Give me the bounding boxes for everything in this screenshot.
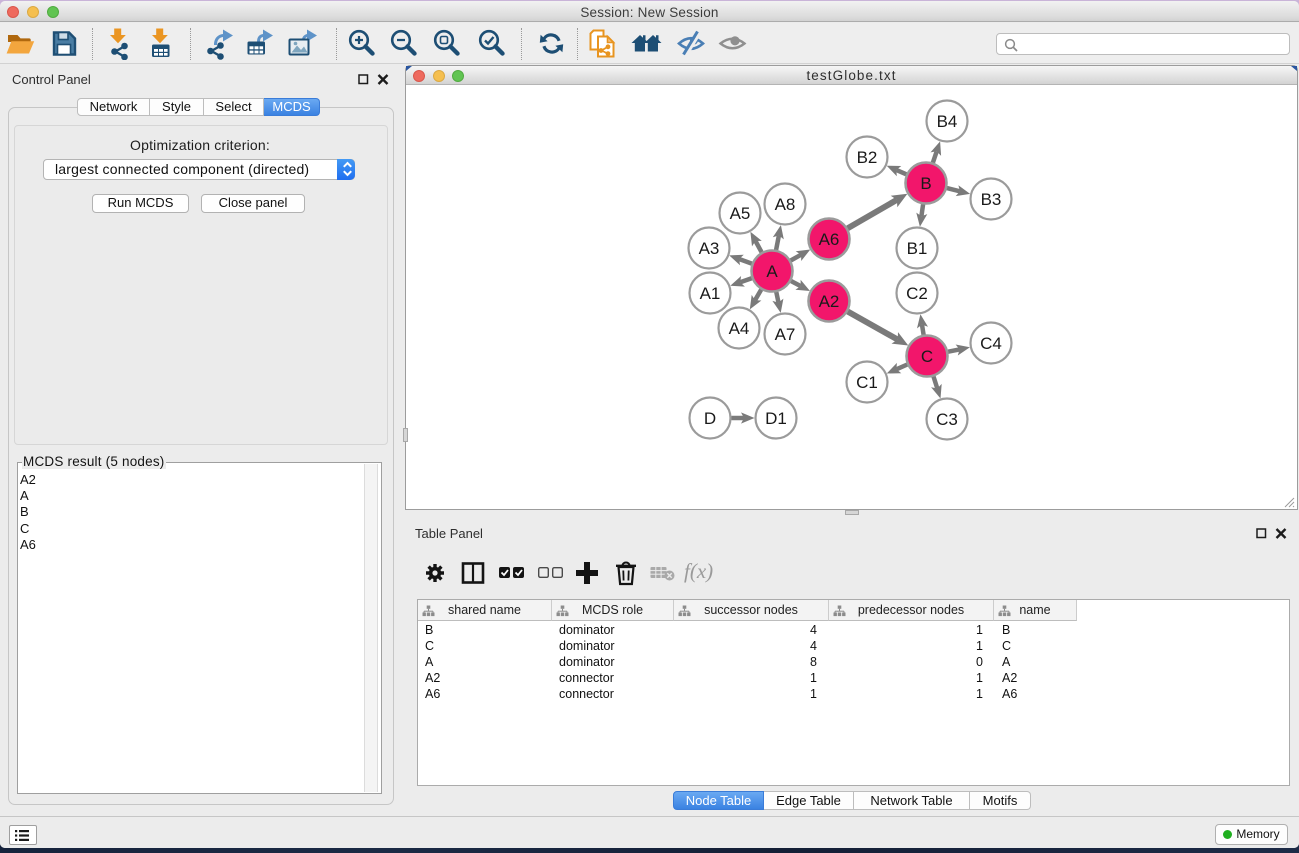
svg-text:A: A xyxy=(766,262,778,281)
svg-text:A1: A1 xyxy=(700,284,721,303)
svg-text:D: D xyxy=(704,409,716,428)
svg-text:D1: D1 xyxy=(765,409,787,428)
svg-text:B4: B4 xyxy=(937,112,958,131)
svg-text:B: B xyxy=(920,174,931,193)
svg-text:B3: B3 xyxy=(981,190,1002,209)
svg-text:C: C xyxy=(921,347,933,366)
svg-text:C2: C2 xyxy=(906,284,928,303)
svg-text:A7: A7 xyxy=(775,325,796,344)
svg-text:A8: A8 xyxy=(775,195,796,214)
svg-text:A5: A5 xyxy=(730,204,751,223)
svg-text:A6: A6 xyxy=(819,230,840,249)
svg-text:A2: A2 xyxy=(819,292,840,311)
svg-text:A3: A3 xyxy=(699,239,720,258)
svg-text:A4: A4 xyxy=(729,319,750,338)
svg-text:B1: B1 xyxy=(907,239,928,258)
svg-text:C3: C3 xyxy=(936,410,958,429)
svg-text:B2: B2 xyxy=(857,148,878,167)
svg-text:C4: C4 xyxy=(980,334,1002,353)
svg-text:C1: C1 xyxy=(856,373,878,392)
